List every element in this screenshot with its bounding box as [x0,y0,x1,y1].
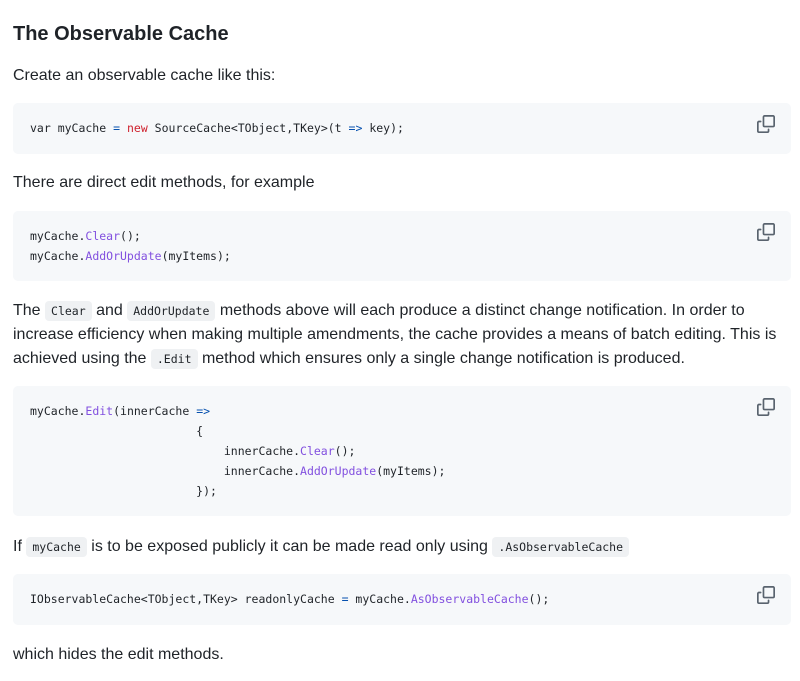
markdown-body: The Observable Cache Create an observabl… [0,0,800,681]
inline-code: .Edit [150,349,198,369]
copy-button[interactable] [757,115,777,135]
code-block-direct-edit: myCache.Clear(); myCache.AddOrUpdate(myI… [13,211,791,281]
batch-edit-paragraph: The Clear and AddOrUpdate methods above … [13,301,777,369]
copy-button[interactable] [757,586,777,606]
code-text: IObservableCache<TObject,TKey> readonlyC… [30,592,550,606]
edit-methods-paragraph: There are direct edit methods, for examp… [13,174,315,191]
code-block-readonly: IObservableCache<TObject,TKey> readonlyC… [13,574,791,625]
inline-code: myCache [26,537,87,557]
readonly-paragraph: If myCache is to be exposed publicly it … [13,535,788,559]
copy-icon [757,115,775,133]
closing-paragraph: which hides the edit methods. [13,646,224,663]
inline-code: AddOrUpdate [127,301,216,321]
inline-code: Clear [45,301,92,321]
copy-icon [757,223,775,241]
code-block-create-cache: var myCache = new SourceCache<TObject,TK… [13,103,791,154]
copy-icon [757,398,775,416]
intro-paragraph: Create an observable cache like this: [13,67,276,84]
inline-code: .AsObservableCache [492,537,630,557]
code-text: myCache.Edit(innerCache => { innerCache.… [30,404,446,498]
code-text: myCache.Clear(); myCache.AddOrUpdate(myI… [30,229,231,263]
code-text: var myCache = new SourceCache<TObject,TK… [30,121,404,135]
copy-icon [757,586,775,604]
copy-button[interactable] [757,398,777,418]
copy-button[interactable] [757,223,777,243]
code-block-batch-edit: myCache.Edit(innerCache => { innerCache.… [13,386,791,516]
section-heading: The Observable Cache [13,23,229,45]
